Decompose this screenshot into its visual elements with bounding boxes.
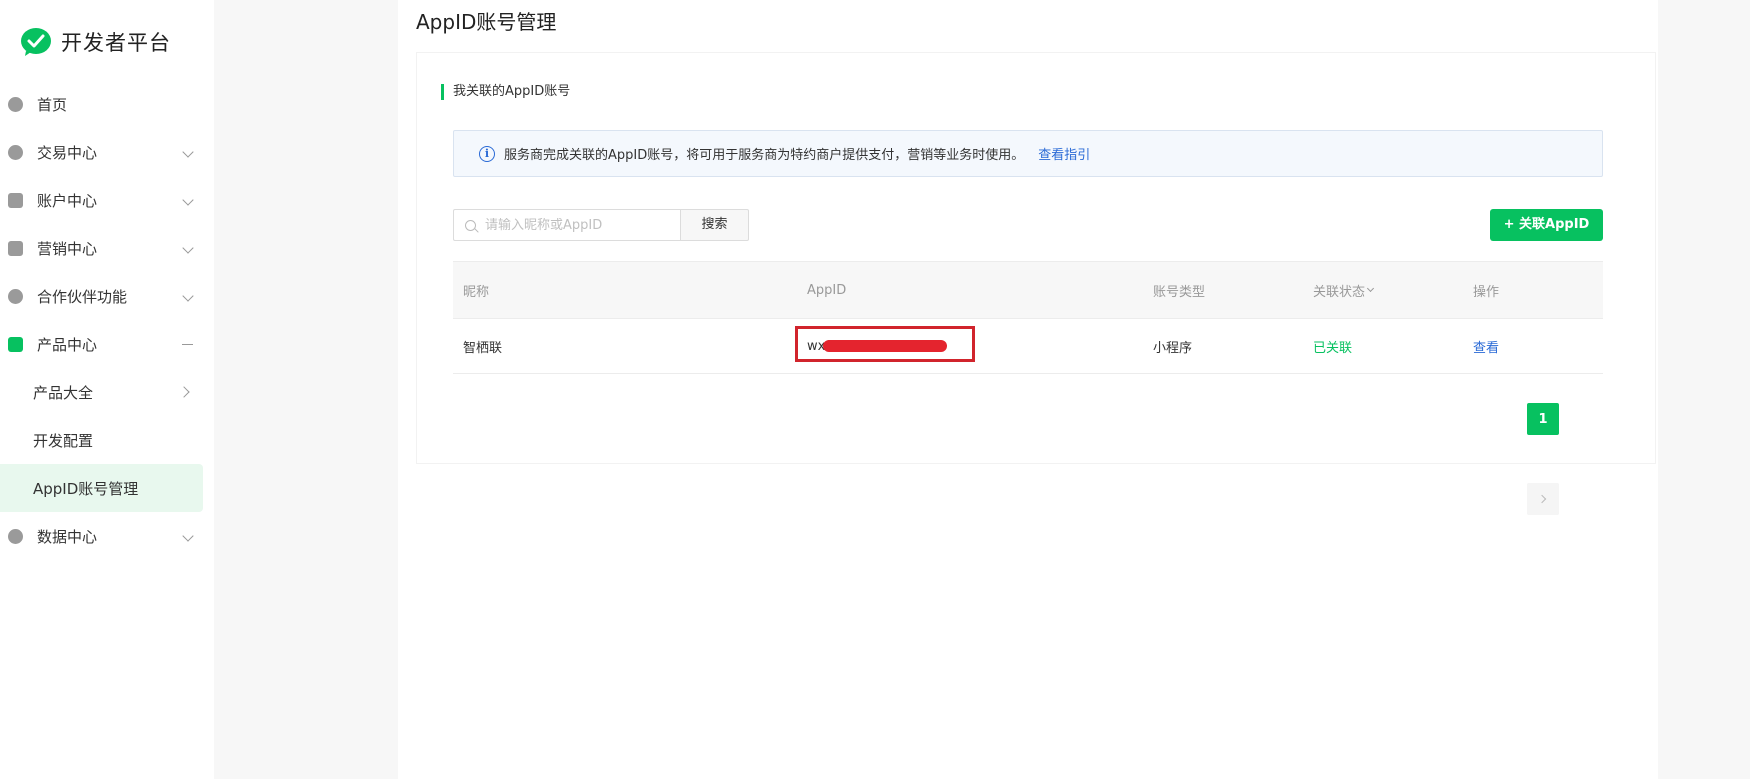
sidebar-item-label: 账户中心 <box>37 191 98 210</box>
row-appid: wx9 <box>795 319 1750 373</box>
chevron-down-icon <box>182 530 194 542</box>
info-icon: i <box>479 145 495 162</box>
discount-icon <box>8 241 23 256</box>
chevron-right-icon <box>178 386 190 398</box>
sidebar-nav: 首页 交易中心 账户中心 营销中心 合作伙伴功能 产品中心 产品大全 开发配置 … <box>0 80 214 560</box>
add-appid-button[interactable]: + 关联AppID <box>1490 209 1603 241</box>
collapse-icon <box>182 344 193 346</box>
sidebar-item-appid-management[interactable]: AppID账号管理 <box>0 464 203 512</box>
header-status-label: 关联状态 <box>1313 284 1366 300</box>
row-account-type: 小程序 <box>1153 340 1193 356</box>
sidebar-item-home[interactable]: 首页 <box>0 80 214 128</box>
sidebar-item-label: 数据中心 <box>37 527 98 546</box>
main-content: AppID账号管理 我关联的AppID账号 i 服务商完成关联的AppID账号，… <box>398 0 1658 779</box>
header-account-type: 账号类型 <box>1153 284 1206 300</box>
user-icon <box>8 193 23 208</box>
sidebar-item-label: 产品大全 <box>33 383 94 402</box>
header-status[interactable]: 关联状态 <box>1313 262 1375 318</box>
sidebar-item-transactions[interactable]: 交易中心 <box>0 128 214 176</box>
search-icon <box>465 219 476 231</box>
sidebar-item-label: 合作伙伴功能 <box>37 287 128 306</box>
guide-link[interactable]: 查看指引 <box>1038 144 1090 163</box>
chevron-down-icon <box>182 146 194 158</box>
sidebar-item-product-catalog[interactable]: 产品大全 <box>0 368 214 416</box>
info-notice: i 服务商完成关联的AppID账号，将可用于服务商为特约商户提供支付，营销等业务… <box>453 130 1603 177</box>
section-title: 我关联的AppID账号 <box>441 84 570 100</box>
table-row: 智栖联 wx9 小程序 已关联 查看 <box>453 319 1603 374</box>
pagination: 1 <box>1516 403 1559 515</box>
sidebar-item-label: AppID账号管理 <box>33 479 139 498</box>
search-button[interactable]: 搜索 <box>680 209 749 241</box>
sidebar: 开发者平台 首页 交易中心 账户中心 营销中心 合作伙伴功能 产品中心 产品大全… <box>0 0 214 779</box>
chevron-down-icon <box>182 290 194 302</box>
chevron-right-icon <box>1537 494 1546 504</box>
sidebar-item-partners[interactable]: 合作伙伴功能 <box>0 272 214 320</box>
highlight-box <box>795 326 975 362</box>
search-input[interactable] <box>485 217 665 233</box>
sidebar-item-label: 营销中心 <box>37 239 98 258</box>
home-icon <box>8 97 23 112</box>
chevron-down-icon <box>182 194 194 206</box>
page-number-button[interactable]: 1 <box>1527 403 1559 435</box>
appid-card: 我关联的AppID账号 i 服务商完成关联的AppID账号，将可用于服务商为特约… <box>416 52 1656 464</box>
exchange-icon <box>8 145 23 160</box>
search-box <box>453 209 680 241</box>
sidebar-item-label: 开发配置 <box>33 431 94 450</box>
sidebar-item-label: 交易中心 <box>37 143 98 162</box>
sidebar-item-dev-config[interactable]: 开发配置 <box>0 416 214 464</box>
pie-chart-icon <box>8 529 23 544</box>
sidebar-item-account[interactable]: 账户中心 <box>0 176 214 224</box>
sidebar-item-label: 产品中心 <box>37 335 98 354</box>
header-appid: AppID <box>807 282 847 298</box>
header-nickname: 昵称 <box>463 284 490 300</box>
appid-table: 昵称 AppID 账号类型 关联状态 操作 智栖联 wx9 小程序 已关联 查看 <box>453 261 1603 374</box>
chevron-down-icon <box>182 242 194 254</box>
notice-text: 服务商完成关联的AppID账号，将可用于服务商为特约商户提供支付，营销等业务时使… <box>504 148 1025 163</box>
wechat-logo-icon <box>20 27 52 57</box>
header-action: 操作 <box>1473 284 1500 300</box>
sidebar-item-marketing[interactable]: 营销中心 <box>0 224 214 272</box>
table-header: 昵称 AppID 账号类型 关联状态 操作 <box>453 261 1603 319</box>
sidebar-item-label: 首页 <box>37 95 68 114</box>
page-title: AppID账号管理 <box>416 10 557 34</box>
row-status: 已关联 <box>1313 340 1353 356</box>
row-nickname: 智栖联 <box>463 340 503 356</box>
chevron-down-icon <box>1366 284 1375 293</box>
brand-name: 开发者平台 <box>61 31 171 55</box>
sidebar-item-data[interactable]: 数据中心 <box>0 512 214 560</box>
brand-logo[interactable]: 开发者平台 <box>20 26 171 58</box>
sidebar-item-products[interactable]: 产品中心 <box>0 320 214 368</box>
view-link[interactable]: 查看 <box>1473 319 1499 373</box>
grid-icon <box>8 337 23 352</box>
partner-icon <box>8 289 23 304</box>
next-page-button[interactable] <box>1527 483 1559 515</box>
